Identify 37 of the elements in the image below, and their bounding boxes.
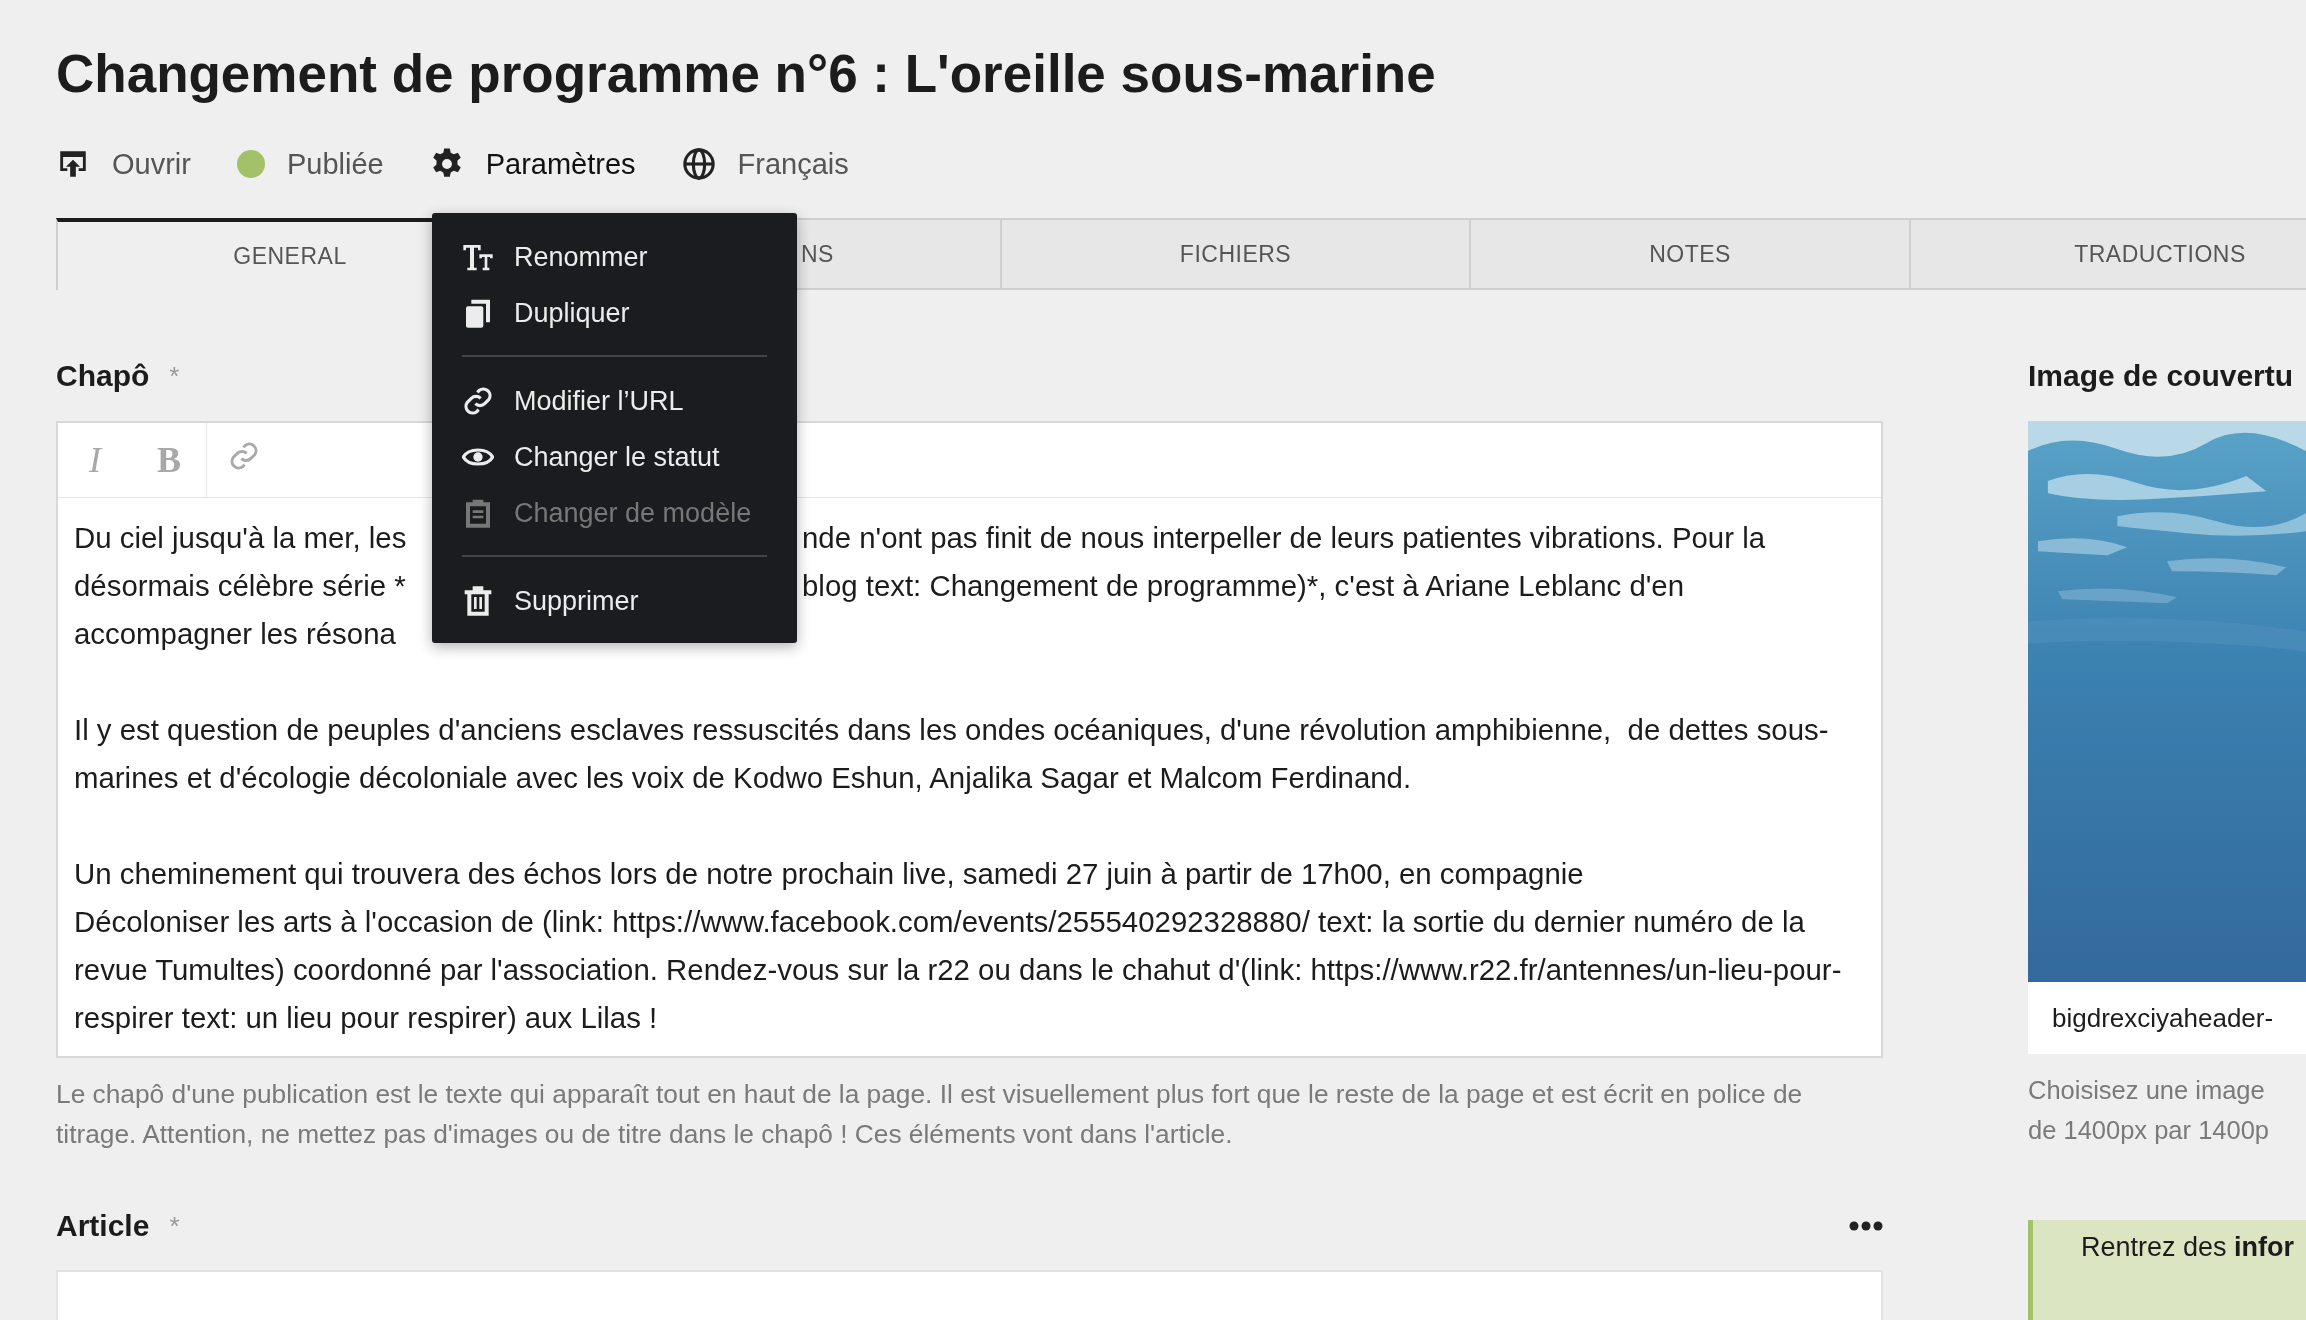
page-title: Changement de programme n°6 : L'oreille sous-marine — [56, 43, 1437, 105]
toolbar-item[interactable]: Ouvrir — [56, 147, 191, 181]
tab[interactable]: TRADUCTIONS — [1911, 218, 2306, 290]
text-fragment: blog text: Changement de programme)*, c'est à Ariane Leblanc d'en — [802, 568, 1685, 604]
toolbar-item[interactable]: Paramètres — [429, 147, 636, 181]
paragraph: Un cheminement qui trouvera des échos lors de notre prochain live, samedi 27 juin à partir de 17h00, en compagnie Décoloniser les arts à l'occasion de (link: https://www.facebook.com/events/255540292328880/ text: la sortie du dernier numéro de la revue Tumultes) coordonné par l'association. Rendez-vous sur la r22 ou dans le chahut d'(link: https://www.r22.fr/antennes/un-lieu-pour-respirer text: un lieu pour respirer) aux Lilas ! — [74, 856, 1843, 1036]
text-editor[interactable] — [56, 421, 1883, 1058]
clipboard-icon — [466, 499, 490, 528]
eye-icon — [462, 448, 494, 466]
required-mark: * — [169, 360, 180, 392]
tab[interactable]: FICHIERS — [1002, 218, 1471, 290]
link-icon — [464, 387, 492, 415]
text-fragment: nde n'ont pas finit de nous interpeller de leurs patientes vibrations. Pour la — [802, 520, 1766, 556]
text-fragment: désormais célèbre série * — [74, 568, 406, 604]
globe-icon — [681, 147, 716, 181]
menu-item[interactable]: Changer le statut — [462, 429, 767, 485]
required-mark: * — [169, 1210, 180, 1242]
trash-icon — [464, 586, 492, 616]
copy-icon — [466, 299, 490, 328]
notice-text: Rentrez des infor — [2081, 1232, 2295, 1262]
text-fragment: accompagner les résona — [74, 616, 396, 652]
menu-item[interactable]: Modifier l’URL — [462, 373, 767, 429]
menu-item[interactable]: Supprimer — [462, 573, 767, 629]
help-text: de 1400px par 1400p — [2028, 1115, 2271, 1146]
toolbar-item[interactable]: Publiée — [236, 147, 384, 181]
file-name: bigdrexciyaheader- — [2028, 982, 2306, 1054]
paragraph: Il y est question de peuples d'anciens esclaves ressuscités dans les ondes océaniques, d'une révolution amphibienne, de dettes sous-marines et d'écologie décoloniale avec les voix de Kodwo Eshun, Anjalika Sagar et Malcom Ferdinand. — [74, 712, 1830, 796]
toolbar-item[interactable]: Français — [681, 147, 849, 181]
more-icon[interactable] — [1849, 1221, 1883, 1231]
field-label: Chapô — [56, 359, 150, 393]
text-fragment: Du ciel jusqu'à la mer, les — [74, 520, 407, 556]
field-label: Image de couvertu — [2028, 359, 2294, 393]
help-text: Le chapô d'une publication est le texte qui apparaît tout en haut de la page. Il est visuellement plus fort que le reste de la page et est écrit en police de titrage. Attention, ne mettez pas d'images ou de titre dans le chapô ! Ces éléments vont dans l'article. — [56, 1078, 1804, 1151]
tab[interactable]: NOTES — [1471, 218, 1911, 290]
text-size-icon — [463, 245, 493, 271]
field-label: Article — [56, 1209, 150, 1243]
help-text: Choisisez une image — [2028, 1075, 2266, 1106]
